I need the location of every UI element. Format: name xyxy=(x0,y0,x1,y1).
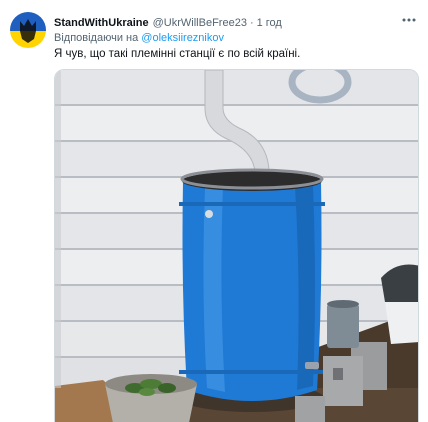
display-name[interactable]: StandWithUkraine xyxy=(54,15,149,31)
separator-dot: · xyxy=(249,17,254,29)
timestamp[interactable]: 1 год xyxy=(257,15,282,31)
reply-mention-link[interactable]: @oleksiireznikov xyxy=(141,32,224,44)
tweet[interactable]: StandWithUkraine @UkrWillBeFree23 · 1 го… xyxy=(0,0,428,422)
avatar[interactable] xyxy=(10,12,46,48)
avatar-image xyxy=(10,12,46,48)
tweet-media-photo[interactable] xyxy=(54,69,419,422)
reply-prefix: Відповідаючи на xyxy=(54,32,142,44)
tweet-header: StandWithUkraine @UkrWillBeFree23 · 1 го… xyxy=(54,14,418,32)
more-horizontal-icon xyxy=(402,18,416,22)
rain-barrel-photo xyxy=(55,70,418,422)
user-handle[interactable]: @UkrWillBeFree23 xyxy=(153,15,247,31)
more-options-button[interactable] xyxy=(398,10,420,30)
reply-context: Відповідаючи на @oleksiireznikov xyxy=(54,31,224,46)
tweet-text: Я чув, що такі племінні станції є по всі… xyxy=(54,48,301,60)
